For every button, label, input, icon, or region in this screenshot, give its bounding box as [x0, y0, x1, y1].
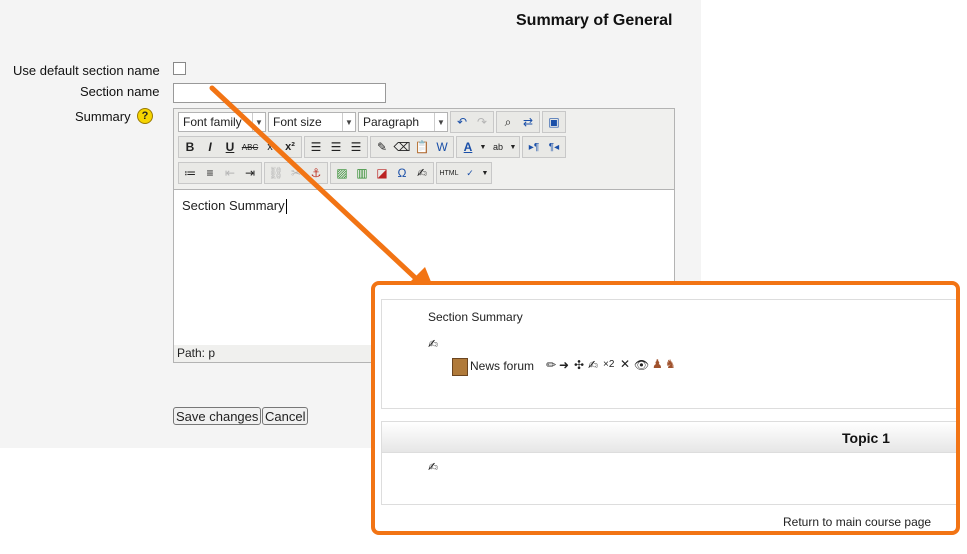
delete-icon[interactable]: ✕	[620, 357, 630, 371]
media-icon[interactable]: ▥	[352, 163, 372, 183]
edit-summary-icon[interactable]: ✍	[428, 460, 438, 474]
edit-pencil-icon[interactable]: ✏	[546, 358, 556, 372]
hide-eye-icon[interactable]: 👁	[634, 358, 649, 372]
bold-icon[interactable]: B	[180, 137, 200, 157]
group-mode-icon[interactable]: ♟	[652, 357, 663, 371]
page-title: Summary of General	[516, 12, 673, 29]
help-icon[interactable]: ?	[137, 108, 153, 124]
format-select[interactable]: Paragraph ▼	[358, 112, 448, 132]
cancel-button[interactable]: Cancel	[262, 407, 309, 425]
move-icon[interactable]: ✣	[574, 358, 584, 372]
direction-group: ▸¶ ¶◂	[522, 136, 566, 158]
insert-group: ▨ ▥ ◪ Ω ✍	[330, 162, 434, 184]
image-icon[interactable]: ▨	[332, 163, 352, 183]
forum-icon	[452, 358, 468, 376]
save-changes-button[interactable]: Save changes	[173, 407, 262, 425]
text-color-icon[interactable]: A	[458, 137, 478, 157]
section-general-preview: Section Summary ✍ News forum ✏ ➜ ✣ ✍ ×2 …	[381, 299, 956, 409]
chevron-down-icon[interactable]: ▼	[508, 137, 518, 157]
outdent-icon[interactable]: ⇤	[220, 163, 240, 183]
clean-group: ✎ ⌫ 📋 W	[370, 136, 454, 158]
highlight-color-icon[interactable]: ab	[488, 137, 508, 157]
list-group: ≔ ≡ ⇤ ⇥	[178, 162, 262, 184]
underline-icon[interactable]: U	[220, 137, 240, 157]
section-topic1-preview: Topic 1 ✍	[381, 421, 956, 505]
chevron-down-icon[interactable]: ▼	[480, 163, 490, 183]
section-summary-text: Section Summary	[428, 310, 523, 324]
replace-icon[interactable]: ⇄	[518, 112, 538, 132]
html-source-icon[interactable]: HTML	[438, 163, 460, 183]
rtl-icon[interactable]: ¶◂	[544, 137, 564, 157]
fullscreen-group: ▣	[542, 111, 566, 133]
topic-title: Topic 1	[842, 430, 890, 446]
moodle-media-icon[interactable]: ◪	[372, 163, 392, 183]
align-right-icon[interactable]: ☰	[346, 137, 366, 157]
update-icon[interactable]: ✍	[588, 358, 598, 372]
align-center-icon[interactable]: ☰	[326, 137, 346, 157]
find-icon[interactable]: ⌕	[498, 112, 518, 132]
chevron-down-icon: ▼	[252, 113, 265, 131]
cleanup-icon[interactable]: ✎	[372, 137, 392, 157]
font-size-select[interactable]: Font size ▼	[268, 112, 356, 132]
text-style-group: B I U ABC x x²	[178, 136, 302, 158]
chevron-down-icon: ▼	[434, 113, 447, 131]
assign-roles-icon[interactable]: ♞	[665, 357, 676, 371]
text-caret	[285, 199, 287, 215]
chevron-down-icon: ▼	[342, 113, 355, 131]
strikethrough-icon[interactable]: ABC	[240, 137, 260, 157]
toolbar-row-3: ≔ ≡ ⇤ ⇥ ⛓ ✂ ⚓ ▨ ▥ ◪ Ω ✍ HTML ✓ ▼	[178, 162, 492, 184]
preview-callout: Section Summary ✍ News forum ✏ ➜ ✣ ✍ ×2 …	[371, 281, 960, 535]
color-group: A ▼ ab ▼	[456, 136, 520, 158]
history-group: ↶ ↷	[450, 111, 494, 133]
editor-text-value: Section Summary	[182, 198, 285, 213]
news-forum-link[interactable]: News forum	[470, 359, 534, 373]
special-char-icon[interactable]: Ω	[392, 163, 412, 183]
indent-icon[interactable]: ⇥	[240, 163, 260, 183]
toolbar-row-2: B I U ABC x x² ☰ ☰ ☰ ✎ ⌫ 📋 W A ▼ ab ▼ ▸¶…	[178, 136, 566, 158]
link-group: ⛓ ✂ ⚓	[264, 162, 328, 184]
return-to-course-link[interactable]: Return to main course page	[783, 515, 931, 529]
spellcheck-icon[interactable]: ✓	[460, 163, 480, 183]
ltr-icon[interactable]: ▸¶	[524, 137, 544, 157]
undo-icon[interactable]: ↶	[452, 112, 472, 132]
search-group: ⌕ ⇄	[496, 111, 540, 133]
link-icon[interactable]: ⛓	[266, 163, 286, 183]
unlink-icon[interactable]: ✂	[286, 163, 306, 183]
summary-label: Summary	[75, 109, 131, 124]
format-value: Paragraph	[363, 115, 420, 129]
use-default-checkbox[interactable]	[173, 62, 186, 75]
align-left-icon[interactable]: ☰	[306, 137, 326, 157]
superscript-icon[interactable]: x²	[280, 137, 300, 157]
section-name-input[interactable]	[173, 83, 386, 103]
edit-icon[interactable]: ✍	[412, 163, 432, 183]
numbered-list-icon[interactable]: ≡	[200, 163, 220, 183]
font-size-value: Font size	[273, 115, 322, 129]
section-name-label: Section name	[80, 84, 160, 99]
paste-text-icon[interactable]: 📋	[412, 137, 432, 157]
font-family-value: Font family	[183, 115, 242, 129]
fullscreen-icon[interactable]: ▣	[544, 112, 564, 132]
paste-word-icon[interactable]: W	[432, 137, 452, 157]
redo-icon[interactable]: ↷	[472, 112, 492, 132]
eraser-icon[interactable]: ⌫	[392, 137, 412, 157]
source-group: HTML ✓ ▼	[436, 162, 492, 184]
use-default-label: Use default section name	[13, 63, 160, 78]
editor-text: Section Summary	[182, 198, 287, 215]
edit-summary-icon[interactable]: ✍	[428, 337, 438, 351]
subscript-icon[interactable]: x	[260, 137, 280, 157]
toolbar-row-1: Font family ▼ Font size ▼ Paragraph ▼ ↶ …	[178, 111, 566, 133]
chevron-down-icon[interactable]: ▼	[478, 137, 488, 157]
font-family-select[interactable]: Font family ▼	[178, 112, 266, 132]
duplicate-icon[interactable]: ×2	[603, 359, 614, 370]
align-group: ☰ ☰ ☰	[304, 136, 368, 158]
move-right-icon[interactable]: ➜	[559, 358, 569, 372]
anchor-icon[interactable]: ⚓	[306, 163, 326, 183]
italic-icon[interactable]: I	[200, 137, 220, 157]
editor-path: Path: p	[177, 346, 216, 360]
topic-header: Topic 1	[382, 422, 956, 453]
bullet-list-icon[interactable]: ≔	[180, 163, 200, 183]
